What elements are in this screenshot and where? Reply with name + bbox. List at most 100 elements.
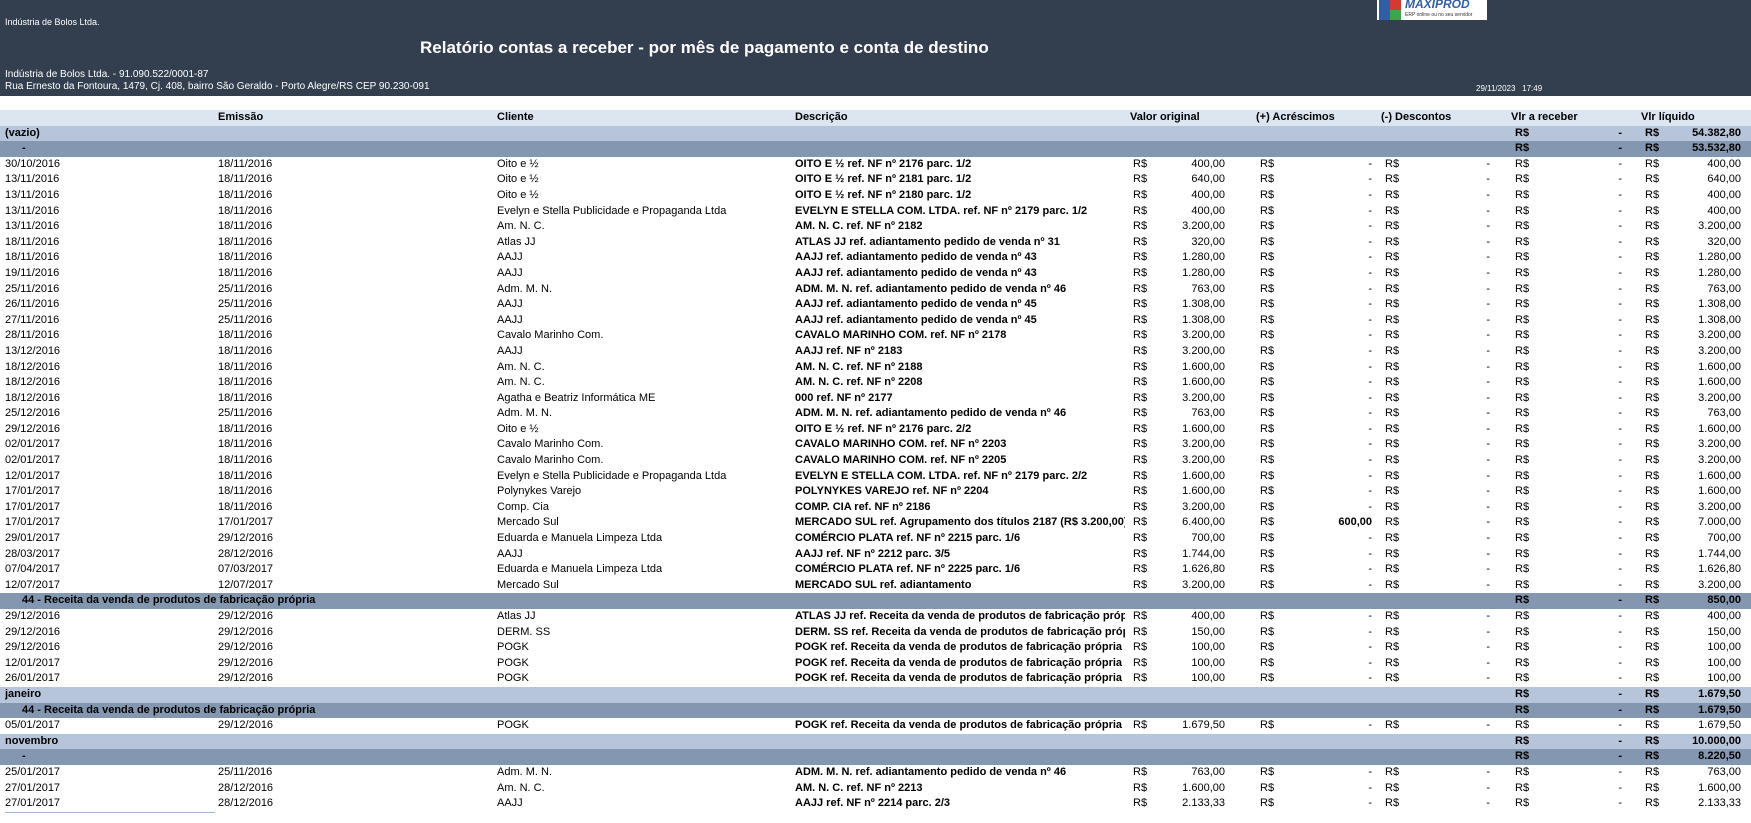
receber-currency: R$ <box>1515 204 1530 217</box>
receber-currency: R$ <box>1515 266 1530 279</box>
receber-currency: R$ <box>1515 797 1530 810</box>
group-label: novembro <box>5 734 59 747</box>
descontos-cell: - <box>1486 344 1490 357</box>
liquido-currency: R$ <box>1645 142 1660 155</box>
desc-currency: R$ <box>1385 500 1400 513</box>
acrescimos-cell: - <box>1368 469 1372 482</box>
desc-currency: R$ <box>1385 625 1400 638</box>
liquido-currency: R$ <box>1645 734 1660 747</box>
due-date-cell: 29/12/2016 <box>5 640 215 657</box>
table-row: 29/12/2016 29/12/2016 POGK POGK ref. Receit… <box>0 640 1751 657</box>
liquido-currency: R$ <box>1645 578 1660 591</box>
vlr-liquido-cell: 1.308,00 <box>1698 313 1741 326</box>
liquido-currency: R$ <box>1645 500 1660 513</box>
emission-date-cell: 29/12/2016 <box>218 672 274 685</box>
description-cell: AAJJ ref. NF nº 2214 parc. 2/3 <box>795 797 951 810</box>
table-row: 29/12/2016 18/11/2016 Oito e ½ OITO E ½ ref… <box>0 421 1751 439</box>
receber-currency: R$ <box>1515 251 1530 264</box>
due-date-cell: 18/12/2016 <box>5 375 215 392</box>
receber-currency: R$ <box>1515 578 1530 591</box>
valor-currency: R$ <box>1133 188 1148 201</box>
valor-currency: R$ <box>1133 360 1148 373</box>
valor-currency: R$ <box>1133 266 1148 279</box>
descontos-cell: - <box>1486 329 1490 342</box>
emission-date-cell: 07/03/2017 <box>218 563 274 576</box>
liquido-currency: R$ <box>1645 765 1660 778</box>
receber-currency: R$ <box>1515 734 1530 747</box>
liquido-currency: R$ <box>1645 329 1660 342</box>
acrescimos-cell: - <box>1368 485 1372 498</box>
acrescimos-cell: - <box>1368 298 1372 311</box>
client-cell: AAJJ <box>497 344 523 357</box>
description-cell: AM. N. C. ref. NF nº 2213 <box>795 781 923 794</box>
description-cell: POGK ref. Receita da venda de produtos d… <box>795 719 1123 732</box>
table-row: 25/11/2016 25/11/2016 Adm. M. N. ADM. M. N.… <box>0 281 1751 299</box>
client-cell: Eduarda e Manuela Limpeza Ltda <box>497 532 663 545</box>
valor-original-cell: 100,00 <box>1191 656 1225 669</box>
descontos-cell: - <box>1486 516 1490 529</box>
acresc-currency: R$ <box>1260 485 1275 498</box>
acrescimos-cell: - <box>1368 641 1372 654</box>
vlr-receber-cell: - <box>1618 235 1622 248</box>
emission-date-cell: 18/11/2016 <box>218 344 273 357</box>
liquido-currency: R$ <box>1645 157 1660 170</box>
descontos-cell: - <box>1486 641 1490 654</box>
table-row: 02/01/2017 18/11/2016 Cavalo Marinho Com. C… <box>0 437 1751 455</box>
liquido-currency: R$ <box>1645 750 1660 763</box>
desc-currency: R$ <box>1385 235 1400 248</box>
desc-currency: R$ <box>1385 251 1400 264</box>
col-header-cliente: Cliente <box>497 111 534 123</box>
due-date-cell: 17/01/2017 <box>5 484 215 501</box>
vlr-liquido-cell: 1.600,00 <box>1698 422 1741 435</box>
receber-currency: R$ <box>1515 157 1530 170</box>
group-vlr-receber: - <box>1618 703 1622 716</box>
descontos-cell: - <box>1486 235 1490 248</box>
client-cell: AAJJ <box>497 547 523 560</box>
client-cell: AAJJ <box>497 313 523 326</box>
emission-date-cell: 18/11/2016 <box>218 220 273 233</box>
company-name-small: Indústria de Bolos Ltda. <box>5 17 100 27</box>
due-date-cell: 29/01/2017 <box>5 531 215 548</box>
table-row: 29/12/2016 29/12/2016 DERM. SS DERM. SS ref… <box>0 624 1751 642</box>
acrescimos-cell: - <box>1368 391 1372 404</box>
acresc-currency: R$ <box>1260 532 1275 545</box>
acresc-currency: R$ <box>1260 173 1275 186</box>
description-cell: AAJJ ref. NF nº 2183 <box>795 344 903 357</box>
valor-currency: R$ <box>1133 797 1148 810</box>
client-cell: Atlas JJ <box>497 235 536 248</box>
valor-currency: R$ <box>1133 547 1148 560</box>
vlr-receber-cell: - <box>1618 157 1622 170</box>
description-cell: CAVALO MARINHO COM. ref. NF nº 2178 <box>795 329 1007 342</box>
group-label: 44 - Receita da venda de produtos de fab… <box>22 594 316 607</box>
desc-currency: R$ <box>1385 578 1400 591</box>
valor-currency: R$ <box>1133 625 1148 638</box>
liquido-currency: R$ <box>1645 625 1660 638</box>
receber-currency: R$ <box>1515 547 1530 560</box>
group-vlr-liquido: 54.382,80 <box>1692 126 1741 139</box>
group-row: novembro R$ - R$ 10.000,00 <box>0 733 1751 750</box>
vlr-liquido-cell: 1.600,00 <box>1698 376 1741 389</box>
vlr-receber-cell: - <box>1618 781 1622 794</box>
emission-date-cell: 25/11/2016 <box>218 765 273 778</box>
due-date-cell: 13/11/2016 <box>5 219 215 236</box>
receber-currency: R$ <box>1515 625 1530 638</box>
vlr-liquido-cell: 1.308,00 <box>1698 298 1741 311</box>
acrescimos-cell: - <box>1368 282 1372 295</box>
client-cell: AAJJ <box>497 251 523 264</box>
valor-original-cell: 1.280,00 <box>1182 266 1225 279</box>
descontos-cell: - <box>1486 360 1490 373</box>
liquido-currency: R$ <box>1645 454 1660 467</box>
acresc-currency: R$ <box>1260 157 1275 170</box>
liquido-currency: R$ <box>1645 204 1660 217</box>
vlr-liquido-cell: 1.600,00 <box>1698 781 1741 794</box>
vlr-liquido-cell: 400,00 <box>1707 188 1741 201</box>
vlr-liquido-cell: 3.200,00 <box>1698 391 1741 404</box>
description-cell: COMÉRCIO PLATA ref. NF nº 2225 parc. 1/6 <box>795 563 1021 576</box>
valor-currency: R$ <box>1133 765 1148 778</box>
valor-currency: R$ <box>1133 422 1148 435</box>
descontos-cell: - <box>1486 220 1490 233</box>
descontos-cell: - <box>1486 797 1490 810</box>
valor-original-cell: 100,00 <box>1191 672 1225 685</box>
group-vlr-receber: - <box>1618 687 1622 700</box>
client-cell: Eduarda e Manuela Limpeza Ltda <box>497 563 663 576</box>
